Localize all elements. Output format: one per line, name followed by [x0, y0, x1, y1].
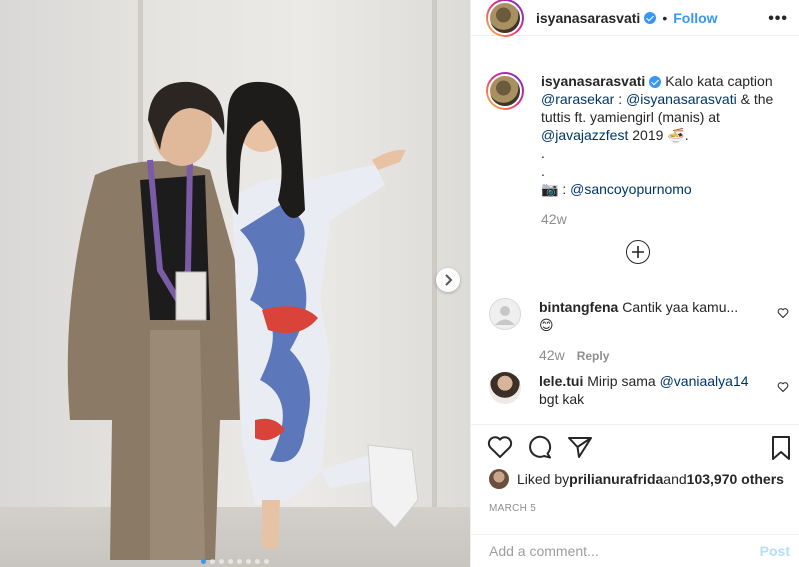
post-comment-button[interactable]: Post — [760, 543, 790, 559]
carousel-dot — [264, 559, 269, 564]
post-photo[interactable] — [0, 0, 470, 567]
mention-link[interactable]: @vaniaalya14 — [660, 373, 749, 389]
add-comment-bar: Post — [471, 534, 799, 567]
carousel-dot — [201, 559, 206, 564]
liker-avatar[interactable] — [489, 469, 509, 489]
mention-link[interactable]: @javajazzfest — [541, 127, 628, 143]
comment-username[interactable]: bintangfena — [539, 299, 618, 315]
caption-segment: : — [614, 91, 627, 107]
comment-body: bintangfena Cantik yaa kamu...😊 42w Repl… — [539, 298, 751, 365]
more-options-icon[interactable]: ••• — [768, 10, 788, 28]
comment-input[interactable] — [489, 543, 760, 559]
author-avatar[interactable] — [486, 0, 524, 37]
caption-avatar[interactable] — [486, 72, 524, 110]
comment-item: lele.tui Mirip sama @vaniaalya14 bgt kak — [489, 372, 789, 408]
next-photo-button[interactable] — [436, 268, 460, 292]
comments-section: isyanasarasvati Kalo kata caption @raras… — [471, 52, 799, 424]
carousel-dot — [210, 559, 215, 564]
carousel-dot — [246, 559, 251, 564]
carousel-indicator — [0, 559, 470, 564]
action-icons — [487, 435, 593, 459]
separator-bullet: • — [662, 9, 668, 26]
comment-content: Mirip sama — [583, 373, 660, 389]
comment-content: bgt kak — [539, 391, 585, 407]
comment-meta: 42w Reply — [539, 346, 751, 365]
caption-segment: 2019 — [628, 127, 668, 143]
caption-body: isyanasarasvati Kalo kata caption @raras… — [541, 72, 781, 228]
liker-username[interactable]: prilianurafrida — [569, 471, 663, 487]
like-comment-heart-icon[interactable] — [777, 306, 789, 322]
commenter-avatar[interactable] — [489, 372, 521, 404]
camera-emoji: 📷 — [541, 181, 559, 197]
post-actions: Liked by prilianurafrida and 103,970 oth… — [471, 424, 799, 534]
avatar-image — [488, 0, 522, 35]
post-side-panel: isyanasarasvati • Follow ••• isyanasaras… — [470, 0, 799, 567]
mention-link[interactable]: @sancoyopurnomo — [570, 181, 692, 197]
reply-button[interactable]: Reply — [577, 347, 610, 365]
caption-credit: 📷 : @sancoyopurnomo — [541, 180, 781, 198]
save-bookmark-icon[interactable] — [770, 435, 792, 461]
caption-dot: . — [541, 145, 545, 161]
photo-subjects — [67, 81, 419, 560]
likes-middle: and — [663, 471, 687, 487]
caption-dot: . — [541, 163, 545, 179]
comment-username[interactable]: lele.tui — [539, 373, 583, 389]
caption-text: isyanasarasvati Kalo kata caption @raras… — [541, 72, 781, 144]
comment-text: bintangfena Cantik yaa kamu...😊 — [539, 298, 751, 334]
mention-link[interactable]: @rarasekar — [541, 91, 614, 107]
like-heart-icon[interactable] — [487, 435, 513, 459]
instagram-post-view: isyanasarasvati • Follow ••• isyanasaras… — [0, 0, 799, 567]
likes-count-link[interactable]: 103,970 others — [687, 471, 784, 487]
noodle-emoji: 🍜. — [667, 127, 689, 143]
verified-badge-icon — [649, 76, 662, 89]
author-username[interactable]: isyanasarasvati — [536, 10, 640, 26]
post-caption: isyanasarasvati Kalo kata caption @raras… — [486, 72, 786, 228]
follow-button[interactable]: Follow — [673, 10, 717, 26]
comment-timestamp[interactable]: 42w — [539, 346, 565, 364]
carousel-dot — [237, 559, 242, 564]
post-date[interactable]: MARCH 5 — [489, 503, 536, 514]
mention-link[interactable]: @isyanasarasvati — [626, 91, 737, 107]
default-avatar-icon — [489, 298, 521, 330]
caption-segment: Kalo kata caption — [661, 73, 773, 89]
avatar-image — [488, 74, 522, 108]
commenter-avatar[interactable] — [489, 298, 521, 330]
post-header: isyanasarasvati • Follow ••• — [471, 0, 799, 37]
load-more-comments-button[interactable] — [626, 240, 650, 264]
carousel-dot — [228, 559, 233, 564]
likes-summary: Liked by prilianurafrida and 103,970 oth… — [489, 469, 784, 489]
likes-prefix: Liked by — [517, 471, 570, 487]
comment-item: bintangfena Cantik yaa kamu...😊 42w Repl… — [489, 298, 789, 365]
like-comment-heart-icon[interactable] — [777, 380, 789, 396]
comment-body: lele.tui Mirip sama @vaniaalya14 bgt kak — [539, 372, 751, 408]
verified-badge-icon — [644, 11, 657, 24]
carousel-dot — [219, 559, 224, 564]
comment-text: lele.tui Mirip sama @vaniaalya14 bgt kak — [539, 372, 751, 408]
share-paper-plane-icon[interactable] — [567, 435, 593, 459]
caption-segment: : — [558, 181, 571, 197]
carousel-dot — [255, 559, 260, 564]
caption-timestamp[interactable]: 42w — [541, 210, 781, 228]
comment-bubble-icon[interactable] — [527, 435, 553, 459]
chevron-right-icon — [445, 274, 453, 286]
plus-icon — [632, 246, 644, 258]
caption-username[interactable]: isyanasarasvati — [541, 73, 645, 89]
